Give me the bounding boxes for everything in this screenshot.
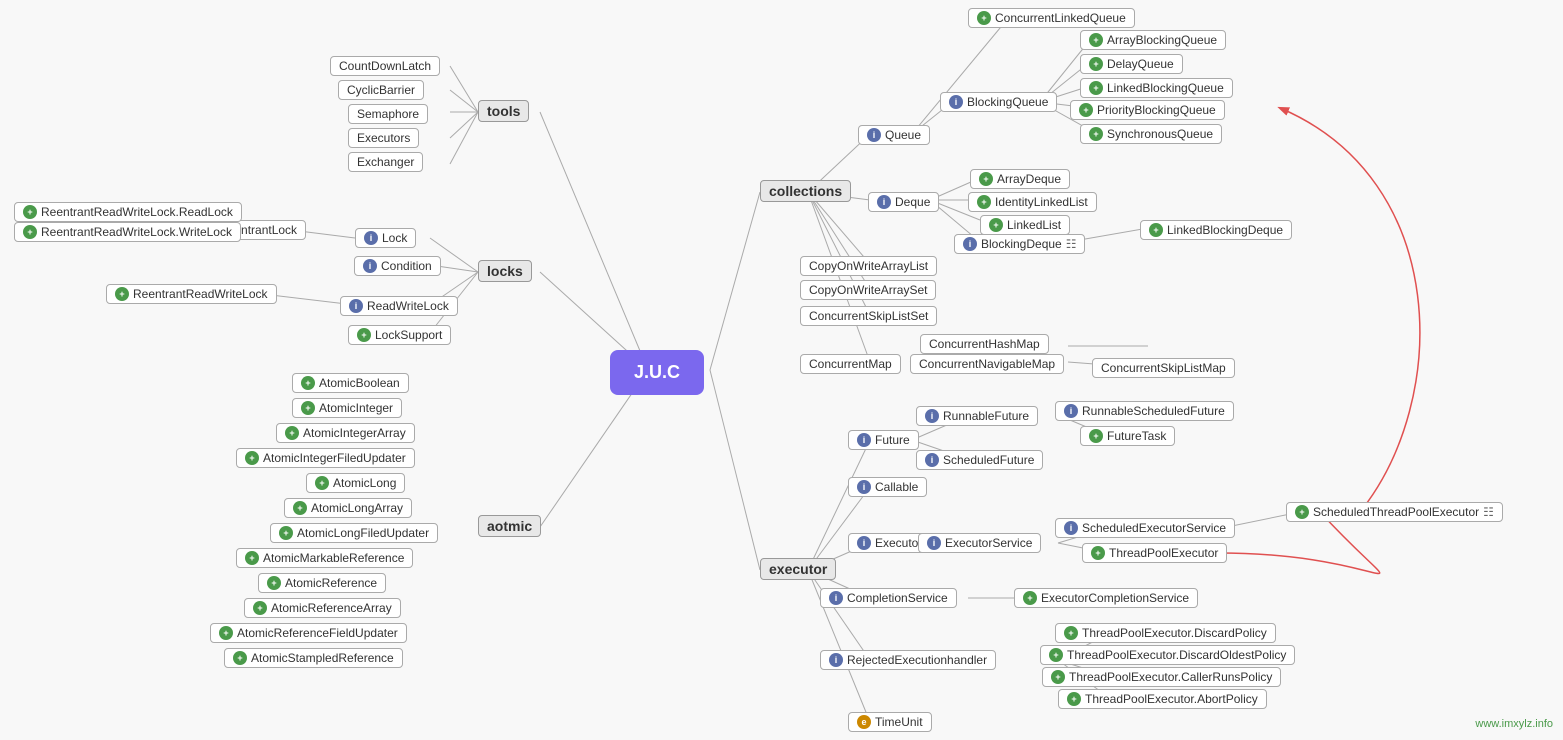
node-condition: i Condition	[354, 256, 441, 276]
icon-writelock: +	[23, 225, 37, 239]
node-lock: i Lock	[355, 228, 416, 248]
node-deque: i Deque	[868, 192, 939, 212]
node-identitylinkedlist: + IdentityLinkedList	[968, 192, 1097, 212]
node-atomicintegerfiledupdater: + AtomicIntegerFiledUpdater	[236, 448, 415, 468]
node-atomicmarkablereference: + AtomicMarkableReference	[236, 548, 413, 568]
node-callable: i Callable	[848, 477, 927, 497]
node-atomicreference: + AtomicReference	[258, 573, 386, 593]
node-arrayblockingqueue: + ArrayBlockingQueue	[1080, 30, 1226, 50]
node-discardoldestpolicy: + ThreadPoolExecutor.DiscardOldestPolicy	[1040, 645, 1295, 665]
center-label: J.U.C	[610, 350, 704, 395]
icon-rrwl: +	[115, 287, 129, 301]
category-collections: collections	[760, 180, 851, 202]
node-locksupport: + LockSupport	[348, 325, 451, 345]
node-atomicreferencearray: + AtomicReferenceArray	[244, 598, 401, 618]
node-rrwl-readlock: + ReentrantReadWriteLock.ReadLock	[14, 202, 242, 222]
node-linkedlist: + LinkedList	[980, 215, 1070, 235]
node-runnablefuture: i RunnableFuture	[916, 406, 1038, 426]
node-exchanger: Exchanger	[348, 152, 423, 172]
node-copyonwritearraylist: CopyOnWriteArrayList	[800, 256, 937, 276]
node-atomiclong: + AtomicLong	[306, 473, 405, 493]
node-runnablescheduledfuture: i RunnableScheduledFuture	[1055, 401, 1234, 421]
node-callerrunspolicy: + ThreadPoolExecutor.CallerRunsPolicy	[1042, 667, 1281, 687]
node-atomicboolean: + AtomicBoolean	[292, 373, 409, 393]
doc-icon2: ☷	[1483, 505, 1494, 519]
node-delayqueue: + DelayQueue	[1080, 54, 1183, 74]
node-countdownlatch: CountDownLatch	[330, 56, 440, 76]
node-blockingdeque: i BlockingDeque ☷	[954, 234, 1085, 254]
node-concurrentskiplistmap: ConcurrentSkipListMap	[1092, 358, 1235, 378]
node-readwritelock: i ReadWriteLock	[340, 296, 458, 316]
icon-condition: i	[363, 259, 377, 273]
center-node: J.U.C	[610, 350, 704, 395]
node-abortpolicy: + ThreadPoolExecutor.AbortPolicy	[1058, 689, 1267, 709]
node-scheduledexecutorservice: i ScheduledExecutorService	[1055, 518, 1235, 538]
icon-locksupport: +	[357, 328, 371, 342]
node-cyclicbarrier: CyclicBarrier	[338, 80, 424, 100]
mindmap-canvas: J.U.C tools CountDownLatch CyclicBarrier…	[0, 0, 1563, 740]
node-rejectedexecutionhandler: i RejectedExecutionhandler	[820, 650, 996, 670]
node-atomicstampled: + AtomicStampledReference	[224, 648, 403, 668]
node-blockingqueue: i BlockingQueue	[940, 92, 1057, 112]
category-aotmic: aotmic	[478, 515, 541, 537]
node-concurrentmap: ConcurrentMap	[800, 354, 901, 374]
node-linkedblockingdeque: + LinkedBlockingDeque	[1140, 220, 1292, 240]
node-semaphore: Semaphore	[348, 104, 428, 124]
node-executorcompletionservice: + ExecutorCompletionService	[1014, 588, 1198, 608]
node-linkedblockingqueue: + LinkedBlockingQueue	[1080, 78, 1233, 98]
node-arraydeque: + ArrayDeque	[970, 169, 1070, 189]
node-atomicintegerarray: + AtomicIntegerArray	[276, 423, 415, 443]
icon-rwlock: i	[349, 299, 363, 313]
node-rrwl-writelock: + ReentrantReadWriteLock.WriteLock	[14, 222, 241, 242]
category-executor: executor	[760, 558, 836, 580]
node-atomicreferencefieldupdater: + AtomicReferenceFieldUpdater	[210, 623, 407, 643]
node-discardpolicy: + ThreadPoolExecutor.DiscardPolicy	[1055, 623, 1276, 643]
node-scheduledfuture: i ScheduledFuture	[916, 450, 1043, 470]
node-copyonwritearrayset: CopyOnWriteArraySet	[800, 280, 936, 300]
node-synchronousqueue: + SynchronousQueue	[1080, 124, 1222, 144]
icon-lock: i	[364, 231, 378, 245]
category-tools: tools	[478, 100, 529, 122]
node-rrwl: + ReentrantReadWriteLock	[106, 284, 277, 304]
node-scheduledthreadpoolexecutor: + ScheduledThreadPoolExecutor ☷	[1286, 502, 1503, 522]
node-concurrenthashmap: ConcurrentHashMap	[920, 334, 1049, 354]
doc-icon: ☷	[1066, 237, 1077, 251]
icon-readlock: +	[23, 205, 37, 219]
node-threadpoolexecutor: + ThreadPoolExecutor	[1082, 543, 1227, 563]
node-atomiclongfiledupdater: + AtomicLongFiledUpdater	[270, 523, 438, 543]
node-atomicinteger: + AtomicInteger	[292, 398, 402, 418]
node-concurrentskiplistset: ConcurrentSkipListSet	[800, 306, 937, 326]
node-future: i Future	[848, 430, 919, 450]
watermark: www.imxylz.info	[1475, 718, 1553, 730]
node-executors: Executors	[348, 128, 419, 148]
node-timeunit: e TimeUnit	[848, 712, 932, 732]
category-locks: locks	[478, 260, 532, 282]
node-priorityblockingqueue: + PriorityBlockingQueue	[1070, 100, 1225, 120]
node-concurrentnavigablemap: ConcurrentNavigableMap	[910, 354, 1064, 374]
node-futuretask: + FutureTask	[1080, 426, 1175, 446]
node-executorservice: i ExecutorService	[918, 533, 1041, 553]
node-concurrentlinkedqueue: + ConcurrentLinkedQueue	[968, 8, 1135, 28]
node-queue: i Queue	[858, 125, 930, 145]
node-completionservice: i CompletionService	[820, 588, 957, 608]
node-atomiclongarray: + AtomicLongArray	[284, 498, 412, 518]
